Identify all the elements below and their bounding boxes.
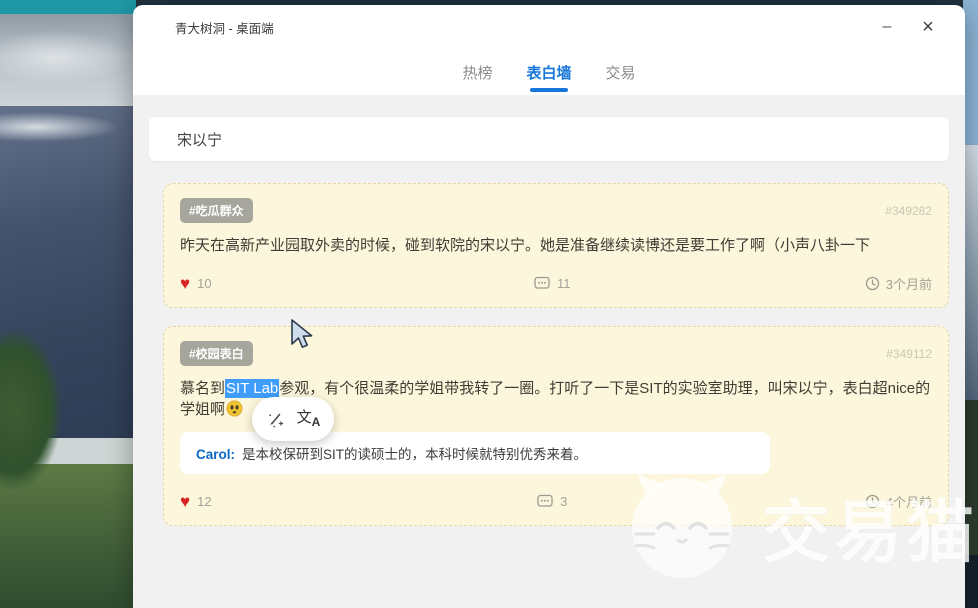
post-tag-badge: #校园表白: [180, 341, 253, 366]
tab-hot-list[interactable]: 热榜: [462, 62, 492, 83]
background-photo-right: [963, 0, 978, 608]
like-button[interactable]: ♥ 12: [180, 493, 428, 510]
minimize-button[interactable]: –: [877, 18, 897, 36]
post-id: #349282: [885, 204, 932, 218]
mouse-cursor-icon: [288, 318, 316, 350]
selected-text[interactable]: SIT Lab: [225, 379, 279, 398]
window-title: 青大树洞 - 桌面端: [175, 18, 274, 37]
post-time: 4个月前: [676, 492, 932, 511]
clock-icon: [865, 494, 880, 509]
bg-teal-sky: [0, 0, 136, 14]
like-count: 12: [197, 494, 211, 509]
comment-bubble-icon: [534, 276, 550, 291]
bg-right-sky: [963, 0, 978, 145]
text-selection-popup: 文A: [252, 397, 334, 441]
post-footer: ♥ 12 3 4: [180, 492, 932, 511]
comment-count: 3: [560, 494, 567, 509]
post-text: 昨天在高新产业园取外卖的时候，碰到软院的宋以宁。她是准备继续读博还是要工作了啊（…: [180, 235, 932, 256]
tab-trade[interactable]: 交易: [606, 62, 636, 83]
heart-icon: ♥: [180, 275, 190, 292]
clock-icon: [865, 276, 880, 291]
comment-text: 是本校保研到SIT的读硕士的，本科时候就特别优秀来着。: [242, 447, 587, 462]
comment-bubble-icon: [537, 494, 553, 509]
comment-count: 11: [557, 276, 571, 291]
comment-author[interactable]: Carol:: [196, 447, 235, 462]
background-photo-left: [0, 0, 136, 608]
heart-icon: ♥: [180, 493, 190, 510]
post-tag-badge: #吃瓜群众: [180, 198, 253, 223]
tab-bar: 热榜 表白墙 交易: [133, 49, 965, 95]
post-text-segment: 慕名到: [180, 380, 225, 397]
bg-snow-patch: [0, 112, 120, 142]
app-window: 青大树洞 - 桌面端 – × 热榜 表白墙 交易 #吃瓜群众 #349282 昨…: [133, 5, 965, 608]
magic-pen-icon[interactable]: [266, 410, 285, 429]
screen: 青大树洞 - 桌面端 – × 热榜 表白墙 交易 #吃瓜群众 #349282 昨…: [0, 0, 978, 608]
post-header: #吃瓜群众 #349282: [180, 198, 932, 223]
tab-confession-wall[interactable]: 表白墙: [526, 62, 571, 83]
close-button[interactable]: ×: [917, 16, 939, 39]
bg-right-mountain: [963, 145, 978, 400]
window-controls: – ×: [877, 16, 939, 39]
bg-right-trees: [963, 400, 978, 555]
translate-icon[interactable]: 文A: [297, 410, 321, 428]
post-time: 3个月前: [676, 274, 932, 293]
title-bar: 青大树洞 - 桌面端 – ×: [133, 5, 965, 49]
comment-button[interactable]: 11: [428, 276, 676, 291]
like-count: 10: [197, 276, 211, 291]
search-input[interactable]: [149, 117, 949, 161]
time-label: 3个月前: [886, 274, 932, 293]
post-card[interactable]: #吃瓜群众 #349282 昨天在高新产业园取外卖的时候，碰到软院的宋以宁。她是…: [163, 183, 949, 308]
awkward-face-emoji: [226, 400, 243, 417]
post-footer: ♥ 10 11: [180, 274, 932, 293]
bg-tree: [0, 330, 61, 490]
bg-right-dark: [963, 555, 978, 608]
like-button[interactable]: ♥ 10: [180, 275, 428, 292]
comment-button[interactable]: 3: [428, 494, 676, 509]
content-area: #吃瓜群众 #349282 昨天在高新产业园取外卖的时候，碰到软院的宋以宁。她是…: [133, 95, 965, 608]
post-id: #349112: [886, 347, 932, 361]
time-label: 4个月前: [886, 492, 932, 511]
